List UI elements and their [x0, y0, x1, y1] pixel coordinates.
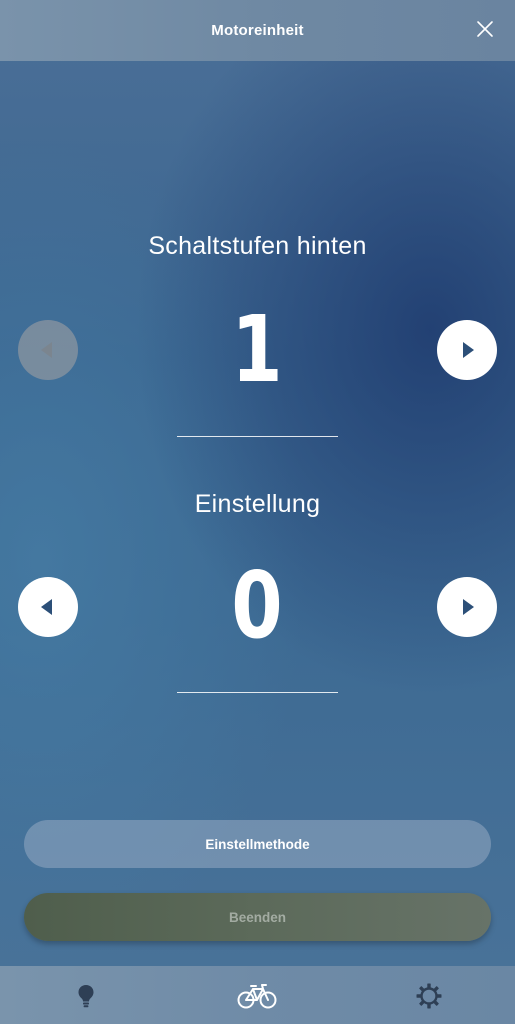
- lightbulb-icon: [78, 985, 94, 1008]
- page-title: Motoreinheit: [211, 22, 304, 39]
- header-bar: Motoreinheit: [0, 0, 515, 61]
- adjustment-increase-button[interactable]: [437, 577, 497, 637]
- rear-gears-value: 1: [231, 296, 283, 403]
- tab-bike[interactable]: [237, 980, 277, 1012]
- rear-gears-decrease-button[interactable]: [18, 320, 78, 380]
- chevron-right-icon: [463, 342, 474, 358]
- tab-settings[interactable]: [413, 980, 445, 1012]
- chevron-left-icon: [41, 599, 52, 615]
- bicycle-icon: [237, 984, 277, 1009]
- gear-icon: [416, 983, 442, 1009]
- rear-gears-label: Schaltstufen hinten: [148, 232, 367, 260]
- tab-tips[interactable]: [70, 980, 102, 1012]
- bottom-tab-bar: [0, 966, 515, 1024]
- adjust-method-button[interactable]: Einstellmethode: [24, 820, 491, 868]
- adjustment-label: Einstellung: [194, 490, 321, 518]
- chevron-right-icon: [463, 599, 474, 615]
- rear-gears-divider: [177, 436, 338, 437]
- close-button[interactable]: [473, 17, 497, 41]
- app-screen: Motoreinheit Schaltstufen hinten 1 Einst…: [0, 0, 515, 1024]
- chevron-left-icon: [41, 342, 52, 358]
- rear-gears-increase-button[interactable]: [437, 320, 497, 380]
- finish-button[interactable]: Beenden: [24, 893, 491, 941]
- adjustment-value: 0: [231, 552, 283, 659]
- adjustment-decrease-button[interactable]: [18, 577, 78, 637]
- adjustment-divider: [177, 692, 338, 693]
- close-icon: [477, 21, 493, 37]
